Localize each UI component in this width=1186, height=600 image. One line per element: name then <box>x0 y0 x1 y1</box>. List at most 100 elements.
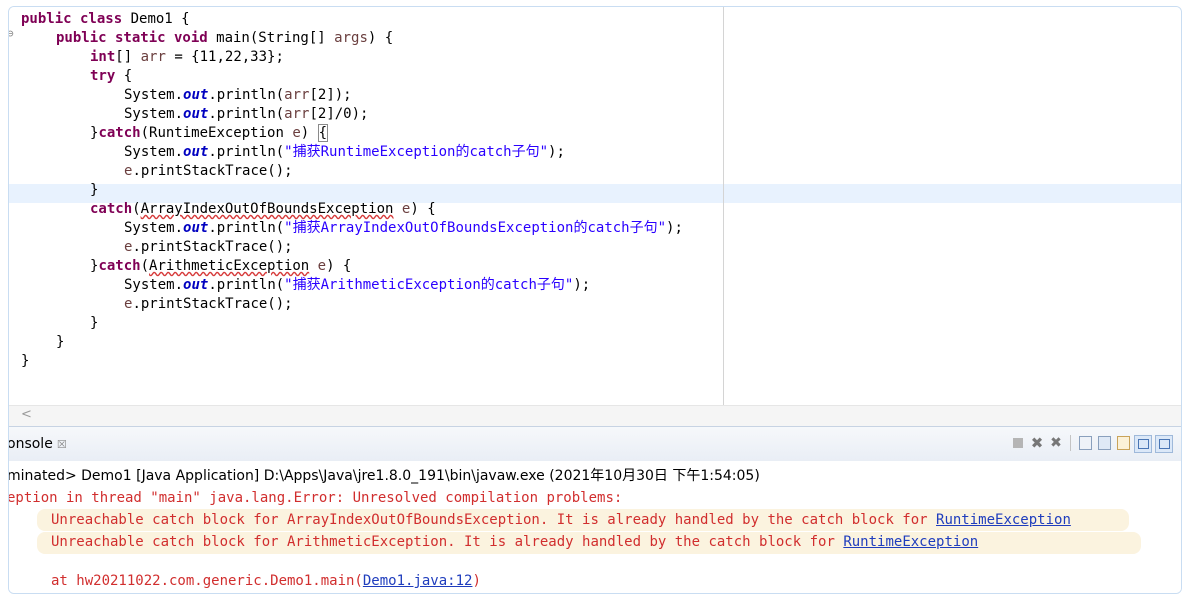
code-text: ) { <box>326 258 352 274</box>
runtime-exception-link[interactable]: RuntimeException <box>843 534 978 550</box>
keyword: public static void <box>56 30 208 46</box>
scroll-lock-icon[interactable] <box>1077 435 1093 451</box>
code-text: [2]/0); <box>309 106 369 122</box>
print-margin <box>723 7 724 405</box>
problem-text: Unreachable catch block for ArithmeticEx… <box>51 534 844 550</box>
code-text: .printStackTrace(); <box>132 239 293 255</box>
code-text: .println( <box>208 106 285 122</box>
code-text: System. <box>124 144 184 160</box>
code-text: } <box>90 182 99 198</box>
process-status: minated> Demo1 [Java Application] D:\App… <box>8 468 760 484</box>
stack-text: at hw20211022.com.generic.Demo1.main( <box>51 573 363 589</box>
code-line: int[] arr = {11,22,33}; <box>90 48 284 67</box>
code-text: [2]); <box>309 87 352 103</box>
runtime-exception-link[interactable]: RuntimeException <box>936 512 1071 528</box>
static-field: out <box>183 220 209 236</box>
string-literal: "捕获ArithmeticException的catch子句" <box>284 277 574 293</box>
variable: e <box>317 258 327 274</box>
fold-icon[interactable]: ⊖ <box>9 27 14 40</box>
code-editor[interactable]: ⊖ public class Demo1 { public static voi… <box>9 7 1181 405</box>
keyword: try <box>90 68 116 84</box>
remove-launch-icon[interactable]: ✖ <box>1029 434 1045 452</box>
code-line: try { <box>90 67 132 86</box>
code-text: ) <box>300 125 318 141</box>
code-text: } <box>56 334 65 350</box>
code-line: } <box>21 352 29 371</box>
code-text: } <box>90 315 99 331</box>
code-text: ) { <box>367 30 394 46</box>
matching-bracket: { <box>317 124 329 142</box>
code-line: } <box>90 181 98 200</box>
static-field: out <box>183 87 209 103</box>
code-line: }catch(RuntimeException e) { <box>90 124 329 143</box>
string-literal: "捕获RuntimeException的catch子句" <box>284 144 549 160</box>
problem-text: Unreachable catch block for ArrayIndexOu… <box>51 512 937 528</box>
code-text: .println( <box>208 144 285 160</box>
code-line: System.out.println("捕获ArithmeticExceptio… <box>124 276 590 295</box>
pin-icon[interactable] <box>1096 435 1112 451</box>
keyword: catch <box>98 258 141 274</box>
code-line: System.out.println("捕获RuntimeException的c… <box>124 143 565 162</box>
code-line: }catch(ArithmeticException e) { <box>90 257 351 276</box>
code-text: .println( <box>208 87 285 103</box>
keyword: catch <box>98 125 141 141</box>
source-link[interactable]: Demo1.java:12 <box>363 573 473 589</box>
horizontal-scrollbar[interactable]: < <box>9 405 1181 426</box>
code-text: System. <box>124 87 184 103</box>
static-field: out <box>183 144 209 160</box>
error-underline[interactable]: ArithmeticException <box>149 258 309 274</box>
code-text: .printStackTrace(); <box>132 163 293 179</box>
eclipse-window: ⊖ public class Demo1 { public static voi… <box>8 6 1182 594</box>
code-text: .println( <box>208 277 285 293</box>
code-text: [] <box>115 49 141 65</box>
word-wrap-icon[interactable] <box>1115 435 1131 451</box>
remove-all-icon[interactable]: ✖ <box>1048 435 1064 451</box>
code-text: ( <box>132 201 141 217</box>
error-underline[interactable]: ArrayIndexOutOfBoundsException <box>141 201 394 217</box>
keyword: int <box>90 49 116 65</box>
error-heading: eption in thread "main" java.lang.Error:… <box>8 490 623 506</box>
code-text: .printStackTrace(); <box>132 296 293 312</box>
console-tab-bar: onsole ☒ ✖ ✖ <box>9 426 1181 462</box>
console-toolbar: ✖ ✖ <box>1010 434 1173 453</box>
code-line: e.printStackTrace(); <box>124 238 293 257</box>
code-text: ); <box>666 220 683 236</box>
stack-trace-line: at hw20211022.com.generic.Demo1.main(Dem… <box>51 572 481 591</box>
code-text: (RuntimeException <box>140 125 293 141</box>
display-console-icon[interactable] <box>1155 435 1173 453</box>
variable: arr <box>284 106 310 122</box>
keyword: catch <box>90 201 133 217</box>
string-literal: "捕获ArrayIndexOutOfBoundsException的catch子… <box>284 220 667 236</box>
toolbar-divider <box>1070 435 1071 451</box>
problem-line: Unreachable catch block for ArrayIndexOu… <box>51 511 1071 530</box>
code-text: System. <box>124 277 184 293</box>
variable: args <box>334 30 368 46</box>
code-text: ); <box>548 144 565 160</box>
variable: e <box>292 125 301 141</box>
code-line: } <box>56 333 64 352</box>
code-text: Demo1 { <box>122 11 190 27</box>
tab-console[interactable]: onsole ☒ <box>8 436 67 452</box>
terminate-icon[interactable] <box>1010 435 1026 451</box>
code-text: System. <box>124 106 184 122</box>
code-line: public static void main(String[] args) { <box>56 29 393 48</box>
code-text: } <box>21 353 30 369</box>
tab-label: onsole <box>8 436 53 452</box>
code-text: { <box>115 68 133 84</box>
code-line: public class Demo1 { <box>21 10 190 29</box>
code-line: System.out.println(arr[2]/0); <box>124 105 368 124</box>
static-field: out <box>183 277 209 293</box>
code-line: e.printStackTrace(); <box>124 295 293 314</box>
static-field: out <box>183 106 209 122</box>
code-line: System.out.println(arr[2]); <box>124 86 352 105</box>
code-text: .println( <box>208 220 285 236</box>
code-line: System.out.println("捕获ArrayIndexOutOfBou… <box>124 219 683 238</box>
open-console-icon[interactable] <box>1134 435 1152 453</box>
chevron-left-icon[interactable]: < <box>21 407 32 422</box>
stack-text: ) <box>472 573 481 589</box>
close-icon[interactable]: ☒ <box>57 438 67 451</box>
console-output[interactable]: minated> Demo1 [Java Application] D:\App… <box>9 461 1181 593</box>
keyword: public class <box>21 11 123 27</box>
